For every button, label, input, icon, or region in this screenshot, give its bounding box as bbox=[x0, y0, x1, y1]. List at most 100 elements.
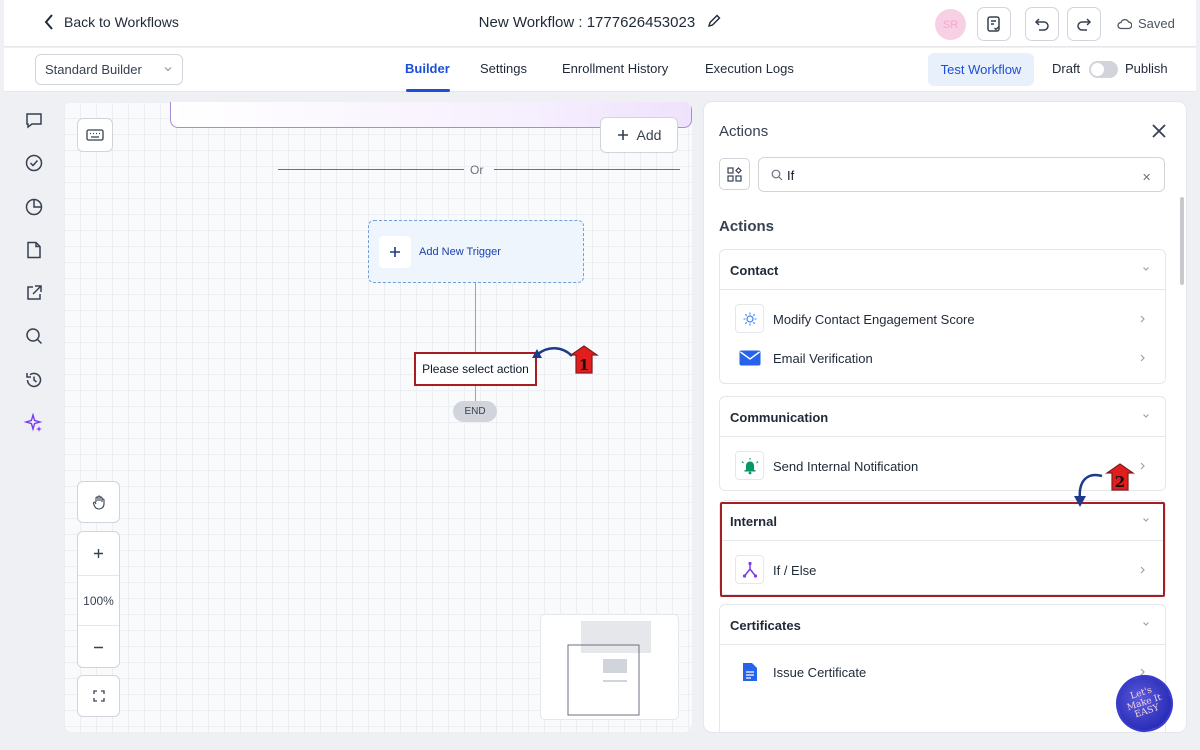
close-icon[interactable] bbox=[1150, 122, 1168, 140]
action-email-verification[interactable]: Email Verification bbox=[720, 339, 1165, 377]
document-icon bbox=[735, 657, 764, 686]
add-label: Add bbox=[636, 127, 662, 143]
redo-button[interactable] bbox=[1067, 7, 1101, 41]
workflow-title-text: New Workflow : 1777626453023 bbox=[478, 14, 696, 31]
action-if-else[interactable]: If / Else bbox=[720, 551, 1165, 589]
panel-title: Actions bbox=[719, 123, 769, 140]
minimap[interactable] bbox=[541, 615, 678, 719]
select-action-node[interactable]: Please select action bbox=[414, 352, 537, 386]
chevron-down-icon bbox=[164, 67, 172, 72]
step-1-number: 1 bbox=[579, 356, 589, 374]
category-internal: Internal If / Else bbox=[719, 500, 1166, 595]
category-title: Communication bbox=[730, 410, 829, 425]
zoom-level: 100% bbox=[83, 593, 114, 608]
toggle-knob bbox=[1091, 63, 1104, 76]
clipboard-check-icon bbox=[987, 16, 1000, 32]
avatar[interactable]: SR bbox=[935, 9, 966, 40]
clear-search-icon[interactable]: ✕ bbox=[1142, 171, 1151, 184]
top-bar: Back to Workflows New Workflow : 1777626… bbox=[4, 0, 1196, 47]
or-label: Or bbox=[470, 163, 484, 177]
chevron-right-icon bbox=[1140, 354, 1145, 362]
search-icon bbox=[771, 169, 783, 181]
pie-chart-icon[interactable] bbox=[24, 197, 44, 217]
action-search: ✕ bbox=[758, 157, 1165, 192]
chevron-down-icon bbox=[1143, 622, 1149, 626]
chevron-down-icon bbox=[1143, 267, 1149, 271]
actions-section-heading: Actions bbox=[719, 218, 775, 235]
add-new-trigger-node[interactable]: Add New Trigger bbox=[368, 220, 584, 283]
workflow-notes-button[interactable] bbox=[977, 7, 1011, 41]
fit-view-button[interactable] bbox=[77, 675, 120, 717]
zoom-level-display: 100% bbox=[78, 576, 119, 625]
zoom-in-button[interactable] bbox=[78, 532, 119, 575]
expand-icon bbox=[92, 690, 105, 702]
action-label: Modify Contact Engagement Score bbox=[773, 312, 975, 327]
workflow-title: New Workflow : 1777626453023 bbox=[4, 14, 1196, 31]
chevron-down-icon bbox=[1143, 518, 1149, 522]
category-header[interactable]: Certificates bbox=[720, 605, 1165, 645]
step-2-number: 2 bbox=[1115, 473, 1125, 491]
chevron-right-icon bbox=[1140, 315, 1145, 323]
category-title: Contact bbox=[730, 263, 779, 278]
category-header[interactable]: Contact bbox=[720, 250, 1165, 290]
saved-status: Saved bbox=[1117, 16, 1175, 31]
tab-builder[interactable]: Builder bbox=[405, 61, 450, 76]
bell-icon bbox=[735, 451, 764, 480]
zoom-out-button[interactable] bbox=[78, 626, 119, 668]
action-modify-contact-engagement-score[interactable]: Modify Contact Engagement Score bbox=[720, 300, 1165, 338]
tab-execution-logs[interactable]: Execution Logs bbox=[705, 61, 794, 76]
keyboard-shortcuts-button[interactable] bbox=[77, 118, 113, 152]
plus-box bbox=[379, 236, 411, 268]
test-workflow-button[interactable]: Test Workflow bbox=[928, 53, 1034, 86]
watermark-text: Let's Make It EASY bbox=[1125, 685, 1163, 721]
action-label: If / Else bbox=[773, 563, 817, 578]
back-label: Back to Workflows bbox=[64, 14, 179, 30]
minimap-preview bbox=[567, 621, 651, 716]
tab-enrollment-history[interactable]: Enrollment History bbox=[562, 61, 668, 76]
add-new-trigger-label: Add New Trigger bbox=[419, 246, 501, 258]
publish-toggle[interactable] bbox=[1089, 61, 1118, 78]
saved-label: Saved bbox=[1138, 16, 1175, 31]
pencil-icon[interactable] bbox=[707, 14, 721, 28]
undo-icon bbox=[1034, 18, 1049, 31]
publish-label: Publish bbox=[1125, 61, 1168, 76]
chevron-left-icon bbox=[44, 14, 53, 30]
search-icon[interactable] bbox=[24, 326, 44, 346]
workflow-canvas[interactable]: Add Or Add New Trigger Please select act… bbox=[64, 102, 692, 732]
action-search-input[interactable] bbox=[787, 166, 1127, 184]
category-header[interactable]: Communication bbox=[720, 397, 1165, 437]
plus-icon bbox=[94, 549, 103, 558]
plus-icon bbox=[390, 247, 400, 257]
engagement-score-icon bbox=[735, 304, 764, 333]
chevron-down-icon bbox=[1143, 414, 1149, 418]
category-contact: Contact Modify Contact Engagement Score … bbox=[719, 249, 1166, 384]
active-tab-indicator bbox=[406, 89, 450, 92]
add-trigger-button[interactable]: Add bbox=[600, 117, 678, 153]
external-link-icon[interactable] bbox=[24, 283, 44, 303]
plus-icon bbox=[617, 130, 628, 140]
pan-mode-button[interactable] bbox=[77, 481, 120, 523]
file-icon[interactable] bbox=[24, 240, 44, 260]
hand-icon bbox=[92, 494, 105, 510]
step-1-annotation: 1 bbox=[532, 345, 599, 374]
sparkles-icon[interactable] bbox=[24, 413, 44, 433]
tab-settings[interactable]: Settings bbox=[480, 61, 527, 76]
check-circle-icon[interactable] bbox=[24, 153, 44, 173]
category-view-button[interactable] bbox=[719, 158, 750, 190]
chat-icon[interactable] bbox=[24, 110, 44, 130]
history-icon[interactable] bbox=[24, 370, 44, 390]
category-title: Internal bbox=[730, 514, 777, 529]
action-issue-certificate[interactable]: Issue Certificate bbox=[720, 653, 1165, 691]
cloud-icon bbox=[1117, 18, 1132, 29]
or-divider-left bbox=[278, 169, 464, 170]
undo-button[interactable] bbox=[1025, 7, 1059, 41]
action-label: Send Internal Notification bbox=[773, 459, 919, 474]
redo-icon bbox=[1077, 18, 1092, 31]
chevron-right-icon bbox=[1140, 566, 1145, 574]
zoom-controls: 100% bbox=[77, 531, 120, 668]
back-to-workflows-link[interactable]: Back to Workflows bbox=[44, 14, 179, 30]
category-title: Certificates bbox=[730, 618, 801, 633]
builder-mode-select[interactable]: Standard Builder bbox=[35, 54, 183, 85]
scrollbar[interactable] bbox=[1180, 197, 1184, 285]
end-node: END bbox=[453, 401, 497, 422]
